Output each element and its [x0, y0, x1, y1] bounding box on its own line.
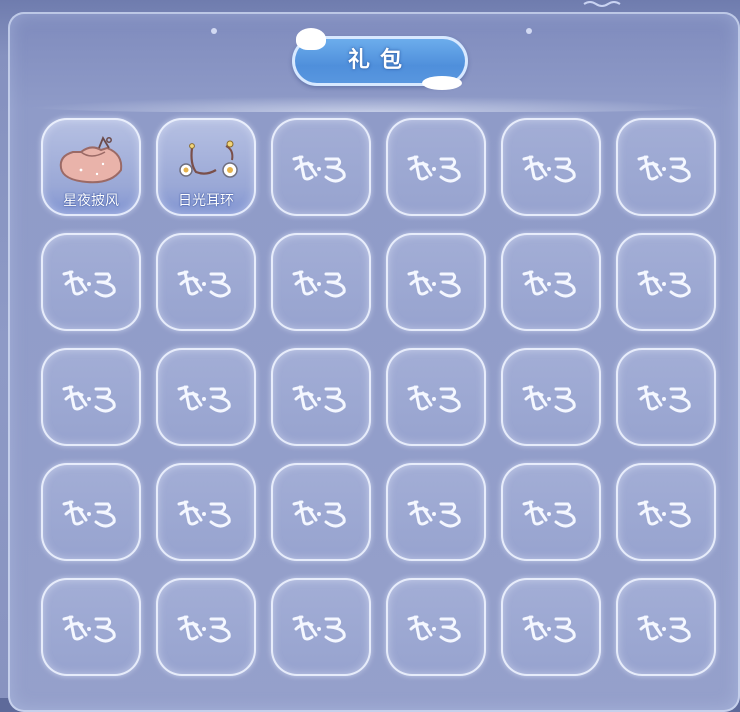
- guangyu-logo-icon: [522, 500, 576, 528]
- empty-slot[interactable]: [616, 233, 716, 331]
- guangyu-logo-icon: [62, 615, 116, 643]
- gift-pack-screen: 礼包 星夜披风 日光耳环: [0, 0, 740, 712]
- empty-slot[interactable]: [156, 233, 256, 331]
- page-title: 礼包: [347, 48, 412, 73]
- guangyu-logo-icon: [177, 385, 231, 413]
- empty-slot[interactable]: [271, 578, 371, 676]
- guangyu-logo-icon: [522, 385, 576, 413]
- item-slot-earring[interactable]: 日光耳环: [156, 118, 256, 216]
- empty-slot[interactable]: [271, 348, 371, 446]
- empty-slot[interactable]: [616, 463, 716, 561]
- guangyu-logo-icon: [292, 385, 346, 413]
- empty-slot[interactable]: [501, 348, 601, 446]
- guangyu-logo-icon: [637, 270, 691, 298]
- empty-slot[interactable]: [41, 233, 141, 331]
- guangyu-logo-icon: [177, 615, 231, 643]
- cape-icon: [59, 135, 123, 184]
- guangyu-logo-icon: [292, 270, 346, 298]
- item-slot-cape[interactable]: 星夜披风: [41, 118, 141, 216]
- guangyu-logo-icon: [522, 615, 576, 643]
- guangyu-logo-icon: [292, 155, 346, 183]
- guangyu-logo-icon: [292, 500, 346, 528]
- empty-slot[interactable]: [501, 233, 601, 331]
- empty-slot[interactable]: [41, 463, 141, 561]
- decor-dot-right: [526, 28, 532, 34]
- guangyu-logo-icon: [62, 270, 116, 298]
- empty-slot[interactable]: [156, 578, 256, 676]
- item-grid: 星夜披风 日光耳环: [41, 118, 717, 676]
- panel-header-divider: [10, 96, 730, 112]
- guangyu-logo-icon: [62, 500, 116, 528]
- empty-slot[interactable]: [271, 463, 371, 561]
- empty-slot[interactable]: [386, 463, 486, 561]
- item-label: 日光耳环: [178, 193, 234, 209]
- decor-dot-left: [211, 28, 217, 34]
- guangyu-logo-icon: [177, 270, 231, 298]
- guangyu-logo-icon: [407, 500, 461, 528]
- item-label: 星夜披风: [63, 193, 119, 209]
- empty-slot[interactable]: [156, 463, 256, 561]
- empty-slot[interactable]: [271, 233, 371, 331]
- empty-slot[interactable]: [41, 578, 141, 676]
- guangyu-logo-icon: [637, 500, 691, 528]
- top-corner-ornament-icon: [583, 1, 621, 7]
- empty-slot[interactable]: [386, 118, 486, 216]
- guangyu-logo-icon: [62, 385, 116, 413]
- empty-slot[interactable]: [616, 118, 716, 216]
- guangyu-logo-icon: [177, 500, 231, 528]
- guangyu-logo-icon: [292, 615, 346, 643]
- empty-slot[interactable]: [501, 463, 601, 561]
- empty-slot[interactable]: [386, 578, 486, 676]
- empty-slot[interactable]: [386, 348, 486, 446]
- empty-slot[interactable]: [41, 348, 141, 446]
- guangyu-logo-icon: [522, 155, 576, 183]
- guangyu-logo-icon: [637, 155, 691, 183]
- guangyu-logo-icon: [407, 155, 461, 183]
- empty-slot[interactable]: [616, 348, 716, 446]
- empty-slot[interactable]: [386, 233, 486, 331]
- guangyu-logo-icon: [637, 385, 691, 413]
- empty-slot[interactable]: [501, 118, 601, 216]
- empty-slot[interactable]: [616, 578, 716, 676]
- empty-slot[interactable]: [271, 118, 371, 216]
- earring-icon: [179, 140, 238, 178]
- empty-slot[interactable]: [156, 348, 256, 446]
- empty-slot[interactable]: [501, 578, 601, 676]
- guangyu-logo-icon: [407, 615, 461, 643]
- guangyu-logo-icon: [407, 270, 461, 298]
- guangyu-logo-icon: [637, 615, 691, 643]
- guangyu-logo-icon: [407, 385, 461, 413]
- guangyu-logo-icon: [522, 270, 576, 298]
